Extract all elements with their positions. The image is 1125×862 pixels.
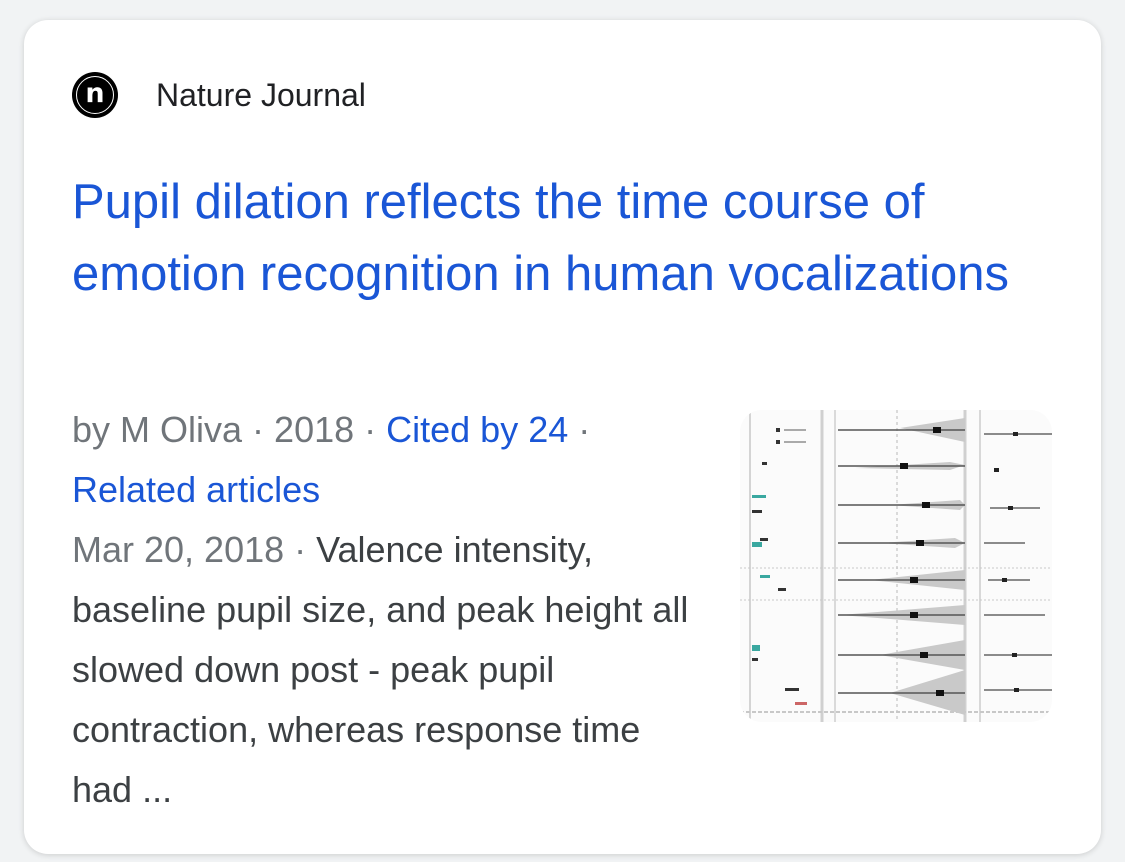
year: 2018 (274, 409, 355, 450)
figure-thumbnail-icon[interactable] (740, 410, 1052, 722)
date-separator: · (284, 529, 317, 570)
source-name: Nature Journal (156, 76, 366, 113)
separator: · (242, 409, 275, 450)
separator: · (354, 409, 387, 450)
snippet-text: Valence intensity, baseline pupil size, … (72, 529, 689, 810)
result-snippet-block: by M Oliva · 2018 · Cited by 24 · Relate… (72, 400, 702, 820)
thumbnail-figure (740, 410, 1052, 722)
nature-logo-icon: n (72, 72, 118, 118)
cited-by-link[interactable]: Cited by 24 (386, 409, 568, 450)
search-result-card[interactable]: n Nature Journal Pupil dilation reflects… (24, 20, 1101, 854)
publish-date: Mar 20, 2018 (72, 529, 285, 570)
source-row[interactable]: n Nature Journal (72, 72, 366, 118)
related-articles-link[interactable]: Related articles (72, 469, 320, 510)
favicon-letter: n (76, 76, 114, 114)
separator: · (568, 409, 591, 450)
author: by M Oliva (72, 409, 243, 450)
result-title-link[interactable]: Pupil dilation reflects the time course … (72, 166, 1062, 310)
